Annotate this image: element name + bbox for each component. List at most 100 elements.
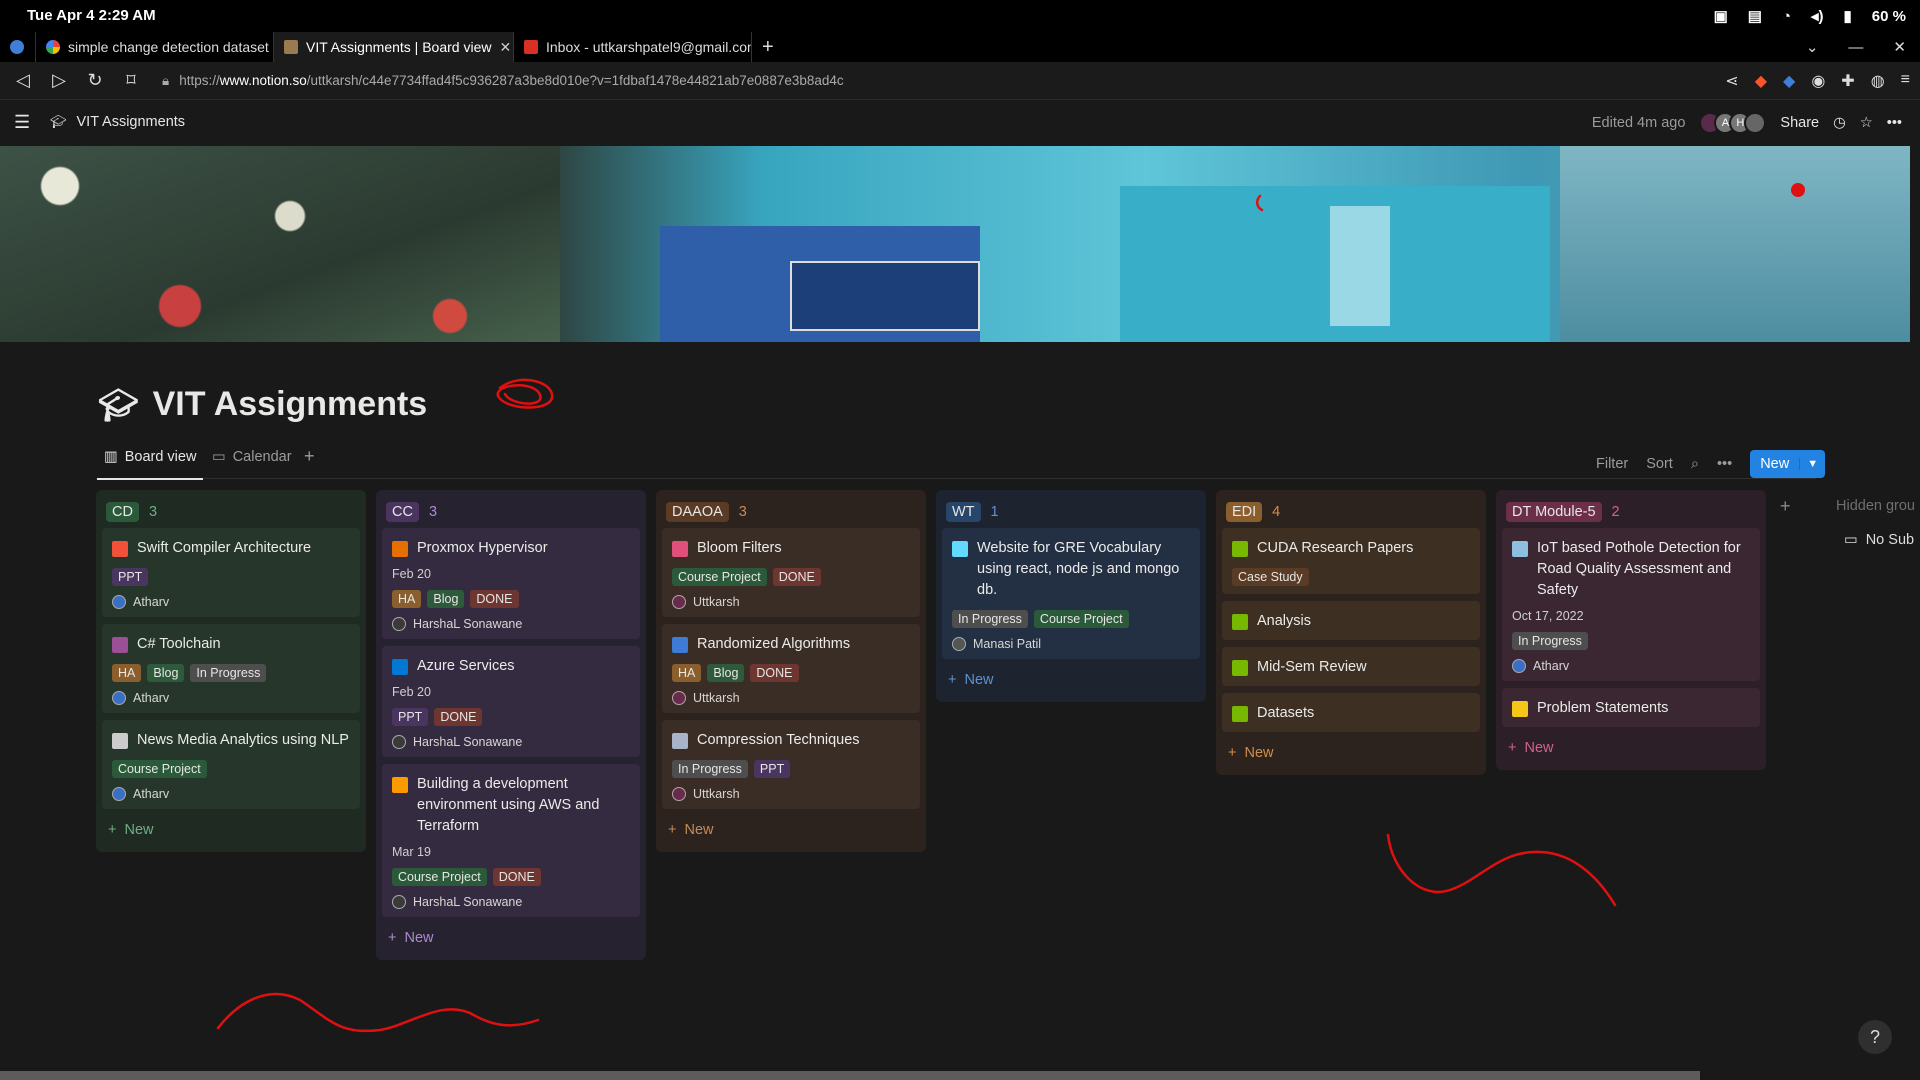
reload-icon[interactable]: ↻ <box>82 70 108 91</box>
extension-icon[interactable]: ◉ <box>1811 71 1825 91</box>
add-view-button[interactable]: + <box>304 446 315 467</box>
sort-button[interactable]: Sort <box>1646 456 1673 472</box>
star-icon[interactable]: ☆ <box>1860 115 1873 131</box>
tab-board-view[interactable]: ▥ Board view <box>96 449 204 480</box>
card-assignee: Atharv <box>112 595 350 609</box>
avatar <box>672 691 686 705</box>
puzzle-icon[interactable]: ✚ <box>1841 71 1854 91</box>
new-card-button[interactable]: + New <box>382 924 640 952</box>
wallet-icon[interactable]: ◆ <box>1783 71 1795 91</box>
system-tray: ▣ ▤ ◔ ◂) ▮ 60 % <box>1714 7 1906 26</box>
battery-icon: ▮ <box>1843 8 1852 25</box>
share-icon[interactable]: ⋖ <box>1725 71 1738 91</box>
column-header[interactable]: EDI 4 <box>1222 496 1480 528</box>
board-card[interactable]: Analysis <box>1222 601 1480 640</box>
board-card[interactable]: Azure Services Feb 20 PPT DONE HarshaL Sonaw… <box>382 646 640 757</box>
column-header[interactable]: WT 1 <box>942 496 1200 528</box>
tab-list-icon[interactable]: ⌄ <box>1806 38 1819 56</box>
board-card[interactable]: IoT based Pothole Detection for Road Qua… <box>1502 528 1760 681</box>
tab-gmail[interactable]: Inbox - uttkarshpatel9@gmail.com <box>514 32 752 62</box>
board-card[interactable]: News Media Analytics using NLP Course Pro… <box>102 720 360 809</box>
page-title[interactable]: 🎓︎ VIT Assignments <box>98 385 427 424</box>
new-card-button[interactable]: + New <box>662 816 920 844</box>
card-tags: HA Blog In Progress <box>112 664 350 682</box>
card-tags: Course Project <box>112 760 350 778</box>
chevron-down-icon[interactable]: ▼ <box>1799 458 1825 470</box>
brave-menu-icon[interactable] <box>0 32 36 62</box>
screen-icon[interactable]: ▣ <box>1714 7 1728 25</box>
board-card[interactable]: C# Toolchain HA Blog In Progress Atharv <box>102 624 360 713</box>
new-card-button[interactable]: + New <box>1222 739 1480 767</box>
view-tabs: ▥ Board view ▭ Calendar + <box>96 445 1816 480</box>
wifi-icon[interactable]: ◔ <box>1782 8 1791 25</box>
avatar <box>392 617 406 631</box>
breadcrumb[interactable]: 🎓︎ VIT Assignments <box>50 114 185 130</box>
hidden-group-no-sub[interactable]: ▭ No Sub <box>1844 532 1914 548</box>
filter-button[interactable]: Filter <box>1596 456 1628 472</box>
menu-icon[interactable]: ≡ <box>1901 71 1910 91</box>
tab-notion-board[interactable]: VIT Assignments | Board view ✕ <box>274 32 514 62</box>
minimize-icon[interactable]: — <box>1848 39 1863 56</box>
card-title: CUDA Research Papers <box>1257 540 1414 556</box>
search-icon[interactable]: ⌕ <box>1691 456 1699 472</box>
new-card-button[interactable]: + New <box>1502 734 1760 762</box>
column-header[interactable]: CC 3 <box>382 496 640 528</box>
view-options-icon[interactable]: ••• <box>1717 456 1732 472</box>
clock-icon[interactable]: ◷ <box>1833 115 1846 131</box>
bookmark-icon[interactable]: ⌑ <box>118 70 144 91</box>
card-assignee: HarshaL Sonawane <box>392 895 630 909</box>
horizontal-scrollbar[interactable] <box>0 1071 1700 1080</box>
card-tags: Course Project DONE <box>672 568 910 586</box>
tab-calendar[interactable]: ▭ Calendar <box>212 449 292 465</box>
column-header[interactable]: CD 3 <box>102 496 360 528</box>
board-card[interactable]: Website for GRE Vocabulary using react, … <box>942 528 1200 659</box>
board-card[interactable]: Proxmox Hypervisor Feb 20 HA Blog DONE Harsha… <box>382 528 640 639</box>
new-button[interactable]: New ▼ <box>1750 450 1826 478</box>
forward-icon[interactable]: ▷ <box>46 70 72 91</box>
tab-google-search[interactable]: simple change detection dataset - <box>36 32 274 62</box>
card-title: Azure Services <box>417 658 515 674</box>
back-icon[interactable]: ◁ <box>10 70 36 91</box>
board-card[interactable]: Mid-Sem Review <box>1222 647 1480 686</box>
sidebar-toggle-icon[interactable]: ☰ <box>14 112 30 133</box>
profile-icon[interactable]: ◍ <box>1871 71 1885 91</box>
board-column-dt-module-5: DT Module-5 2 IoT based Pothole Detection … <box>1496 490 1766 770</box>
board-card[interactable]: Building a development environment using… <box>382 764 640 917</box>
close-window-icon[interactable]: ✕ <box>1893 38 1906 56</box>
board-card[interactable]: Randomized Algorithms HA Blog DONE Uttkarsh <box>662 624 920 713</box>
help-button[interactable]: ? <box>1858 1020 1892 1054</box>
page-cover-image[interactable] <box>0 146 1910 342</box>
card-title: Website for GRE Vocabulary using react, … <box>977 540 1180 598</box>
column-title: CC <box>386 502 419 522</box>
avatar <box>1512 659 1526 673</box>
card-date: Feb 20 <box>392 567 431 581</box>
column-header[interactable]: DT Module-5 2 <box>1502 496 1760 528</box>
tag: Blog <box>427 590 465 608</box>
new-tab-button[interactable]: + <box>752 32 792 62</box>
add-group-button[interactable]: + <box>1780 496 1791 517</box>
brave-shield-icon[interactable]: ◆ <box>1755 71 1767 91</box>
volume-icon[interactable]: ◂) <box>1811 7 1824 25</box>
board-card[interactable]: CUDA Research Papers Case Study <box>1222 528 1480 594</box>
board-card[interactable]: Datasets <box>1222 693 1480 732</box>
card-icon <box>1512 541 1528 557</box>
board-card[interactable]: Compression Techniques In Progress PPT Uttk… <box>662 720 920 809</box>
tag: Course Project <box>672 568 767 586</box>
url-field[interactable]: 🔒︎ https://www.notion.so/uttkarsh/c44e77… <box>162 73 844 89</box>
tag: Blog <box>707 664 745 682</box>
card-icon <box>672 541 688 557</box>
close-tab-icon[interactable]: ✕ <box>499 39 511 56</box>
board-card[interactable]: Problem Statements <box>1502 688 1760 727</box>
card-assignee: HarshaL Sonawane <box>392 735 630 749</box>
column-header[interactable]: DAAOA 3 <box>662 496 920 528</box>
collaborator-avatars[interactable]: A H <box>1699 112 1767 134</box>
board-card[interactable]: Bloom Filters Course Project DONE Uttkarsh <box>662 528 920 617</box>
board-card[interactable]: Swift Compiler Architecture PPT Atharv <box>102 528 360 617</box>
more-icon[interactable]: ••• <box>1887 115 1902 131</box>
share-button[interactable]: Share <box>1780 115 1819 131</box>
tag: DONE <box>492 868 541 886</box>
new-card-button[interactable]: + New <box>102 816 360 844</box>
card-title: Swift Compiler Architecture <box>137 540 312 556</box>
clipboard-icon[interactable]: ▤ <box>1748 7 1762 25</box>
new-card-button[interactable]: + New <box>942 666 1200 694</box>
